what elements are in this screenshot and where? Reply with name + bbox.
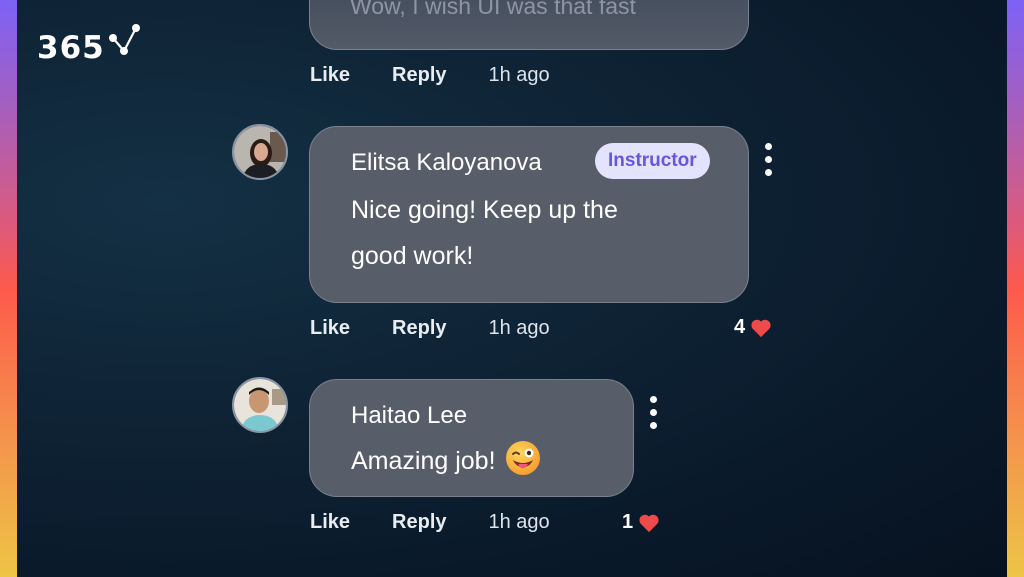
comment-actions: Like Reply 1h ago	[310, 64, 550, 87]
like-button[interactable]: Like	[310, 511, 350, 534]
reply-button[interactable]: Reply	[392, 64, 446, 87]
comment-message: Wow, I wish UI was that fast	[350, 0, 636, 19]
comment-actions: Like Reply 1h ago	[310, 511, 550, 534]
more-vertical-icon[interactable]	[650, 396, 658, 435]
like-count-value: 1	[622, 511, 634, 533]
comment-bubble: Elitsa Kaloyanova Instructor Nice going!…	[309, 126, 749, 303]
like-button[interactable]: Like	[310, 317, 350, 340]
comment-message-row: Amazing job!	[351, 438, 542, 484]
avatar[interactable]	[232, 377, 288, 433]
comment-bubble: Wow, I wish UI was that fast	[309, 0, 749, 50]
like-count[interactable]: 1	[622, 511, 660, 534]
comment-author: Elitsa Kaloyanova	[351, 149, 542, 176]
reply-button[interactable]: Reply	[392, 511, 446, 534]
comment-message-line1: Nice going! Keep up the	[351, 196, 618, 224]
heart-icon	[751, 319, 771, 337]
comment-message: Amazing job!	[351, 447, 496, 475]
more-vertical-icon[interactable]	[765, 143, 773, 182]
comment-timestamp: 1h ago	[488, 511, 550, 533]
brand-logo: 365	[37, 24, 147, 70]
like-count[interactable]: 4	[734, 316, 772, 339]
avatar[interactable]	[232, 124, 288, 180]
heart-icon	[639, 514, 659, 532]
instructor-badge: Instructor	[595, 143, 710, 179]
like-button[interactable]: Like	[310, 64, 350, 87]
comment-message-line2: good work!	[351, 242, 474, 270]
like-count-value: 4	[734, 316, 746, 338]
comment-author: Haitao Lee	[351, 402, 468, 429]
left-gradient-border	[0, 0, 17, 577]
logo-text: 365	[37, 30, 105, 66]
reply-button[interactable]: Reply	[392, 317, 446, 340]
right-gradient-border	[1007, 0, 1024, 577]
winking-tongue-emoji-icon	[505, 441, 540, 475]
comment-actions: Like Reply 1h ago	[310, 317, 550, 340]
comment-timestamp: 1h ago	[488, 64, 550, 86]
comment-bubble: Haitao Lee Amazing job!	[309, 379, 634, 497]
checkmark-network-icon	[108, 24, 140, 55]
comment-timestamp: 1h ago	[488, 317, 550, 339]
